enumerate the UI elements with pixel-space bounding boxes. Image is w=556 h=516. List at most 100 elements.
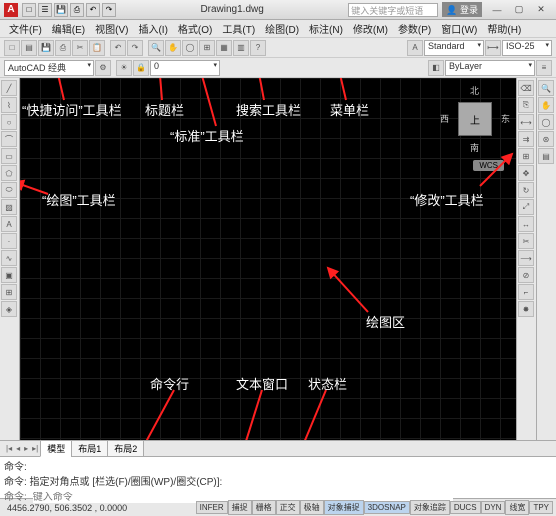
table-icon[interactable]: ⊞ <box>1 284 17 300</box>
rotate-icon[interactable]: ↻ <box>518 182 534 198</box>
tool-icon[interactable]: ⊞ <box>199 40 215 56</box>
break-icon[interactable]: ⊘ <box>518 267 534 283</box>
tool-icon[interactable]: ✂ <box>72 40 88 56</box>
offset-icon[interactable]: ⇉ <box>518 131 534 147</box>
ellipse-icon[interactable]: ⬭ <box>1 182 17 198</box>
menu-edit[interactable]: 编辑(E) <box>47 21 90 36</box>
status-ducs[interactable]: DUCS <box>450 501 481 514</box>
tool-icon[interactable]: ◯ <box>182 40 198 56</box>
menu-file[interactable]: 文件(F) <box>4 21 47 36</box>
menu-window[interactable]: 窗口(W) <box>436 21 482 36</box>
tool-icon[interactable]: ▤ <box>21 40 37 56</box>
redo-icon[interactable]: ↷ <box>102 3 116 17</box>
status-3dosnap[interactable]: 3DOSNAP <box>364 501 410 514</box>
status-polar[interactable]: 极轴 <box>300 500 324 515</box>
layer-icon[interactable]: 🔒 <box>133 60 149 76</box>
tool-icon[interactable]: ▦ <box>216 40 232 56</box>
menu-tools[interactable]: 工具(T) <box>217 21 260 36</box>
new-icon[interactable]: □ <box>22 3 36 17</box>
menu-insert[interactable]: 插入(I) <box>133 21 172 36</box>
command-window[interactable]: 命令: 命令: 指定对角点或 [栏选(F)/圈围(WP)/圈交(CP)]: 命令… <box>0 456 556 498</box>
menu-dim[interactable]: 标注(N) <box>304 21 348 36</box>
tab-first[interactable]: |◂ <box>4 444 14 453</box>
tool-icon[interactable]: 💾 <box>38 40 54 56</box>
status-otrack[interactable]: 对象追踪 <box>410 500 450 515</box>
menu-format[interactable]: 格式(O) <box>173 21 217 36</box>
workspace-combo[interactable]: AutoCAD 经典 <box>4 60 94 76</box>
dim-style-combo[interactable]: ISO-25 <box>502 40 552 56</box>
app-logo[interactable]: A <box>4 3 18 17</box>
circle-icon[interactable]: ○ <box>1 114 17 130</box>
view-cube[interactable]: 北 南 西 东 上 <box>440 84 510 154</box>
point-icon[interactable]: · <box>1 233 17 249</box>
menu-view[interactable]: 视图(V) <box>90 21 133 36</box>
tool-icon[interactable]: ◧ <box>428 60 444 76</box>
block-icon[interactable]: ▣ <box>1 267 17 283</box>
dim-style-icon[interactable]: ⟼ <box>485 40 501 56</box>
status-grid[interactable]: 栅格 <box>252 500 276 515</box>
tab-prev[interactable]: ◂ <box>14 444 22 453</box>
explode-icon[interactable]: ✸ <box>518 301 534 317</box>
arc-icon[interactable]: ⌒ <box>1 131 17 147</box>
erase-icon[interactable]: ⌫ <box>518 80 534 96</box>
viewcube-face[interactable]: 上 <box>458 102 492 136</box>
tab-model[interactable]: 模型 <box>40 440 72 457</box>
tool-icon[interactable]: ↶ <box>110 40 126 56</box>
tool-icon[interactable]: ⚙ <box>95 60 111 76</box>
tab-layout1[interactable]: 布局1 <box>71 440 108 457</box>
polygon-icon[interactable]: ⬠ <box>1 165 17 181</box>
line-icon[interactable]: ╱ <box>1 80 17 96</box>
pan-icon[interactable]: ✋ <box>538 97 554 113</box>
tool-icon[interactable]: ? <box>250 40 266 56</box>
tool-icon[interactable]: 🔍 <box>148 40 164 56</box>
color-combo[interactable]: ByLayer <box>445 60 535 76</box>
drawing-area[interactable]: 北 南 西 东 上 WCS “快捷访问”工具栏 标题栏 搜索工具栏 菜单栏 “标… <box>20 78 516 440</box>
text-style-combo[interactable]: Standard <box>424 40 484 56</box>
hatch-icon[interactable]: ▨ <box>1 199 17 215</box>
status-osnap[interactable]: 对象捕捉 <box>324 500 364 515</box>
layer-icon[interactable]: ☀ <box>116 60 132 76</box>
undo-icon[interactable]: ↶ <box>86 3 100 17</box>
text-style-icon[interactable]: A <box>407 40 423 56</box>
tool-icon[interactable]: ↷ <box>127 40 143 56</box>
search-input[interactable]: 键入关键字或短语 <box>348 3 438 17</box>
zoom-icon[interactable]: 🔍 <box>538 80 554 96</box>
move-icon[interactable]: ✥ <box>518 165 534 181</box>
status-dyn[interactable]: DYN <box>481 501 506 514</box>
status-infer[interactable]: INFER <box>196 501 228 514</box>
menu-param[interactable]: 参数(P) <box>393 21 436 36</box>
status-tpy[interactable]: TPY <box>529 501 553 514</box>
mirror-icon[interactable]: ⟷ <box>518 114 534 130</box>
login-button[interactable]: 👤 登录 <box>442 2 482 17</box>
maximize-button[interactable]: ▢ <box>508 2 530 18</box>
scale-icon[interactable]: ⤢ <box>518 199 534 215</box>
tool-icon[interactable]: ≡ <box>536 60 552 76</box>
status-lwt[interactable]: 线宽 <box>505 500 529 515</box>
tab-next[interactable]: ▸ <box>22 444 30 453</box>
fillet-icon[interactable]: ⌐ <box>518 284 534 300</box>
tool-icon[interactable]: ▥ <box>233 40 249 56</box>
array-icon[interactable]: ⊞ <box>518 148 534 164</box>
rect-icon[interactable]: ▭ <box>1 148 17 164</box>
tool-icon[interactable]: ⎙ <box>55 40 71 56</box>
tool-icon[interactable]: ✋ <box>165 40 181 56</box>
region-icon[interactable]: ◈ <box>1 301 17 317</box>
text-icon[interactable]: A <box>1 216 17 232</box>
status-ortho[interactable]: 正交 <box>276 500 300 515</box>
tool-icon[interactable]: 📋 <box>89 40 105 56</box>
stretch-icon[interactable]: ↔ <box>518 216 534 232</box>
menu-modify[interactable]: 修改(M) <box>348 21 393 36</box>
menu-help[interactable]: 帮助(H) <box>482 21 526 36</box>
minimize-button[interactable]: — <box>486 2 508 18</box>
menu-draw[interactable]: 绘图(D) <box>260 21 304 36</box>
open-icon[interactable]: ☰ <box>38 3 52 17</box>
copy-icon[interactable]: ⎘ <box>518 97 534 113</box>
wheel-icon[interactable]: ⊛ <box>538 131 554 147</box>
extend-icon[interactable]: ⟶ <box>518 250 534 266</box>
orbit-icon[interactable]: ◯ <box>538 114 554 130</box>
tool-icon[interactable]: □ <box>4 40 20 56</box>
save-icon[interactable]: 💾 <box>54 3 68 17</box>
showm-icon[interactable]: ▤ <box>538 148 554 164</box>
tab-last[interactable]: ▸| <box>30 444 40 453</box>
layer-combo[interactable]: 0 <box>150 60 220 76</box>
